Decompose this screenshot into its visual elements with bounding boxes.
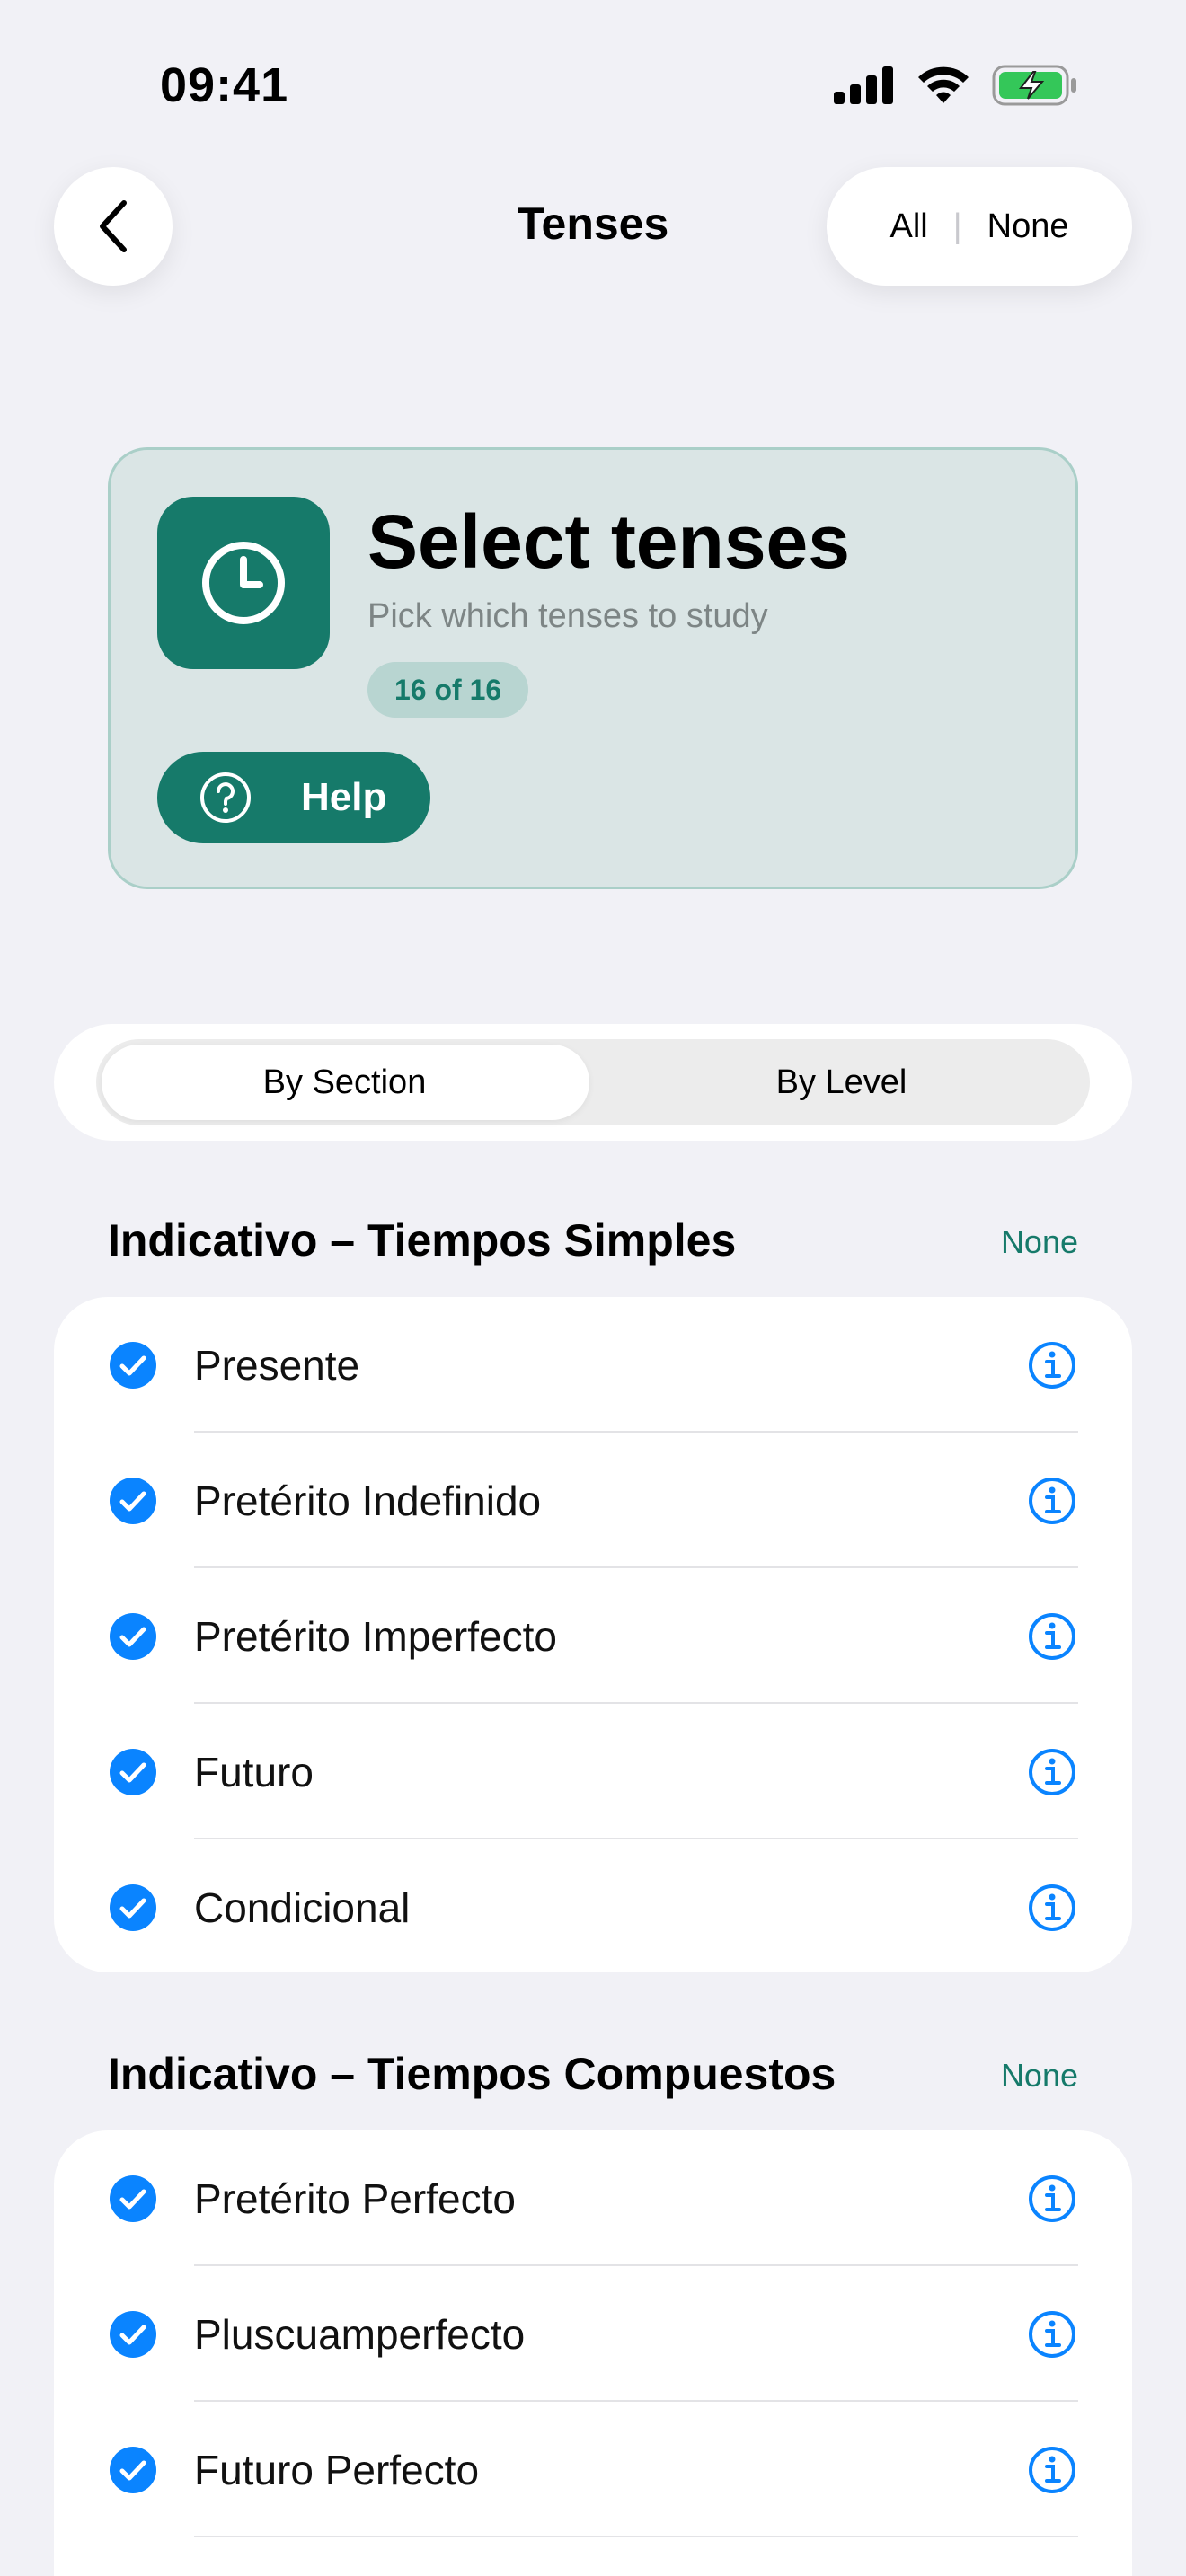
checkmark-circle-icon[interactable] [110,1883,156,1931]
hero-card: Select tenses Pick which tenses to study… [108,447,1078,889]
info-icon[interactable] [1028,1612,1076,1661]
status-icons [834,65,1078,106]
section-header-compuestos: Indicativo – Tiempos Compuestos None [108,2039,1078,2111]
checkmark-circle-icon[interactable] [110,2175,156,2222]
checkmark-circle-icon[interactable] [110,1341,156,1389]
list-item[interactable]: Pluscuamperfecto [54,2266,1132,2402]
list-item[interactable]: Pretérito Imperfecto [54,1568,1132,1704]
wifi-icon [918,66,969,103]
section-title: Indicativo – Tiempos Simples [108,1215,737,1266]
section-none-button[interactable]: None [1001,2057,1078,2095]
list-item[interactable]: Futuro [54,1704,1132,1839]
section-title: Indicativo – Tiempos Compuestos [108,2049,836,2099]
view-mode-control: By Section By Level [54,1024,1132,1141]
select-none-button[interactable]: None [962,207,1094,246]
hero-subtitle: Pick which tenses to study [367,597,768,635]
info-icon[interactable] [1028,2175,1076,2223]
checkmark-circle-icon[interactable] [110,1612,156,1660]
segment-by-level[interactable]: By Level [593,1039,1090,1125]
selection-count-badge: 16 of 16 [367,662,529,718]
tense-label: Pretérito Imperfecto [194,1612,557,1660]
checkmark-circle-icon[interactable] [110,1748,156,1795]
battery-charging-icon [992,65,1076,106]
question-mark-icon [200,772,251,823]
tense-label: Condicional [194,1883,411,1931]
checkmark-circle-icon[interactable] [110,2310,156,2358]
tense-list-compuestos: Pretérito Perfecto Pluscuamperfecto Futu… [54,2130,1132,2576]
info-icon[interactable] [1028,1477,1076,1525]
tense-label: Pretérito Indefinido [194,1477,542,1524]
status-time: 09:41 [160,58,289,112]
segment-by-section[interactable]: By Section [96,1039,593,1125]
info-icon[interactable] [1028,2446,1076,2494]
hero-title: Select tenses [367,499,850,584]
list-item[interactable]: Condicional [54,1839,1132,1972]
row-divider [194,2536,1078,2537]
tense-label: Pluscuamperfecto [194,2310,526,2358]
list-item[interactable]: Pretérito Indefinido [54,1433,1132,1568]
info-icon[interactable] [1028,1748,1076,1796]
help-button[interactable]: Help [157,752,430,843]
tense-label: Presente [194,1341,360,1389]
toggle-separator: | [952,207,962,245]
tense-list-simples: Presente Pretérito Indefinido Pretérito … [54,1297,1132,1972]
segmented-control: By Section By Level [96,1039,1090,1125]
help-button-label: Help [301,775,387,819]
info-icon[interactable] [1028,2310,1076,2359]
tense-label: Futuro [194,1748,314,1795]
status-bar: 09:41 [0,0,1186,171]
checkmark-circle-icon[interactable] [110,1477,156,1524]
tense-label: Futuro Perfecto [194,2446,480,2493]
section-header-simples: Indicativo – Tiempos Simples None [108,1205,1078,1277]
all-none-toggle: All | None [827,167,1132,286]
tense-label: Pretérito Perfecto [194,2175,516,2222]
info-icon[interactable] [1028,1341,1076,1389]
list-item[interactable]: Futuro Perfecto [54,2402,1132,2537]
clock-icon [157,497,330,669]
select-all-button[interactable]: All [865,207,953,246]
cellular-signal-icon [834,66,893,104]
info-icon[interactable] [1028,1883,1076,1932]
list-item[interactable]: Presente [54,1297,1132,1433]
section-none-button[interactable]: None [1001,1223,1078,1261]
checkmark-circle-icon[interactable] [110,2446,156,2493]
list-item[interactable]: Pretérito Perfecto [54,2130,1132,2266]
